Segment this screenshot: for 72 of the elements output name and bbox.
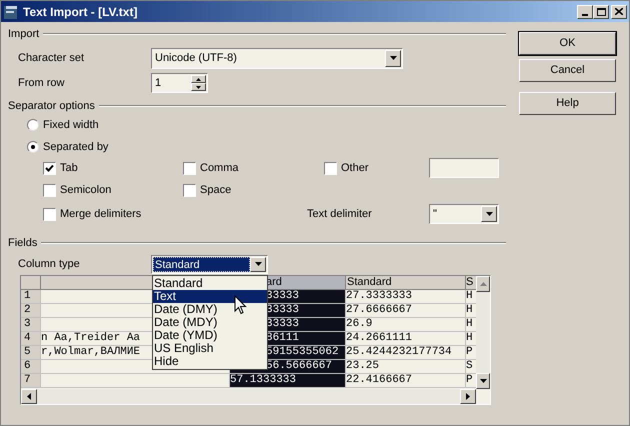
cursor-icon xyxy=(234,295,247,315)
dialog-button[interactable]: OK xyxy=(519,32,616,55)
horizontal-scrollbar[interactable] xyxy=(21,389,476,404)
spin-down-button[interactable] xyxy=(191,83,206,91)
table-cell: 25.4244232177734 xyxy=(346,346,466,360)
close-button[interactable] xyxy=(611,4,627,18)
column-header[interactable]: S xyxy=(466,276,476,290)
column-header[interactable]: Standard xyxy=(346,276,466,290)
checkbox-label: Other xyxy=(341,160,369,176)
table-cell: 57.1333333 xyxy=(230,374,346,388)
table-cell: 26.9 xyxy=(346,318,466,332)
row-number: 7 xyxy=(21,374,41,388)
dropdown-arrow-button[interactable] xyxy=(481,206,497,222)
close-icon xyxy=(615,8,623,15)
checkbox[interactable] xyxy=(183,162,196,174)
column-type-dropdown[interactable]: Standard xyxy=(151,254,268,274)
dropdown-arrow-button[interactable] xyxy=(250,256,266,272)
checkbox-label: Merge delimiters xyxy=(60,206,142,222)
field-label: Column type xyxy=(18,256,81,272)
row-number: 2 xyxy=(21,304,41,318)
checkbox-label: Tab xyxy=(60,160,78,176)
section-title: Fields xyxy=(8,236,38,251)
dialog-button[interactable]: Cancel xyxy=(519,59,616,82)
vertical-scrollbar[interactable] xyxy=(476,276,490,389)
dropdown-arrow-button[interactable] xyxy=(385,50,401,66)
table-cell: 24.2661111 xyxy=(346,332,466,346)
checkbox[interactable] xyxy=(43,162,56,174)
radio-label: Fixed width xyxy=(43,118,99,133)
row-number: 5 xyxy=(21,346,41,360)
row-number: 6 xyxy=(21,360,41,374)
dialog-button[interactable]: Help xyxy=(519,92,616,115)
from-row-spin-field[interactable]: 1 xyxy=(151,73,208,93)
checkbox[interactable] xyxy=(43,184,56,196)
caret-icon xyxy=(486,212,492,216)
caret-icon xyxy=(254,262,262,266)
caret-icon xyxy=(390,56,396,60)
scroll-down-icon xyxy=(480,379,486,383)
up-arrow-icon xyxy=(196,78,201,80)
text-delimiter-dropdown[interactable]: " xyxy=(429,204,499,224)
dropdown-option[interactable]: Text xyxy=(153,290,267,303)
row-number: 3 xyxy=(21,318,41,332)
radio-label: Separated by xyxy=(43,140,108,155)
section-title: Separator options xyxy=(8,98,95,114)
checkbox-label: Comma xyxy=(200,160,239,176)
other-input-field[interactable] xyxy=(429,158,499,178)
table-cell: 22.4166667 xyxy=(346,374,466,388)
maximize-button[interactable] xyxy=(593,4,609,18)
scroll-left-icon xyxy=(27,393,31,400)
checkbox-label: Space xyxy=(200,182,232,198)
down-arrow-icon xyxy=(196,86,201,88)
table-cell: 27.3333333 xyxy=(346,290,466,304)
section-title: Import xyxy=(8,26,40,42)
table-cell: 27.6666667 xyxy=(346,304,466,318)
scroll-up-icon xyxy=(480,282,486,286)
checkbox-label: Semicolon xyxy=(60,182,112,198)
window-title: Text Import - [LV.txt] xyxy=(23,4,138,20)
field-label: Text delimiter xyxy=(307,206,373,222)
checkbox[interactable] xyxy=(183,184,196,196)
row-number: 4 xyxy=(21,332,41,346)
radio-button[interactable] xyxy=(27,119,39,131)
minimize-button[interactable] xyxy=(577,4,593,18)
field-label: From row xyxy=(18,76,66,91)
app-icon xyxy=(3,4,19,20)
scroll-right-icon xyxy=(466,393,470,400)
row-number: 1 xyxy=(21,290,41,304)
character-set-dropdown[interactable]: Unicode (UTF-8) xyxy=(151,48,403,68)
spin-up-button[interactable] xyxy=(191,75,206,83)
radio-button[interactable] xyxy=(27,141,39,153)
checkbox[interactable] xyxy=(324,162,337,174)
checkbox[interactable] xyxy=(43,208,56,220)
field-label: Character set xyxy=(18,50,86,66)
table-cell: 23.25 xyxy=(346,360,466,374)
